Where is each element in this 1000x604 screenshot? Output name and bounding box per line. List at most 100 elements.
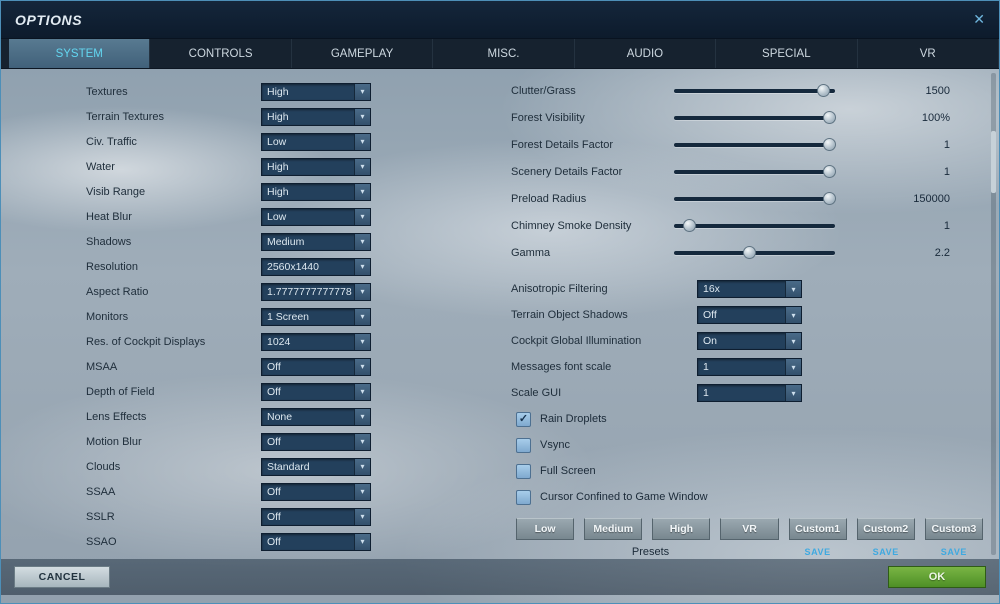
scrollbar-track[interactable] bbox=[991, 73, 996, 555]
slider-track[interactable] bbox=[674, 196, 835, 201]
checkbox[interactable] bbox=[516, 437, 531, 453]
cancel-button[interactable]: CANCEL bbox=[14, 566, 110, 588]
preset-button-custom2[interactable]: Custom2 bbox=[856, 518, 915, 540]
dropdown-cockpit-global-illumination[interactable]: On ▾ bbox=[697, 332, 802, 350]
chevron-down-icon[interactable]: ▾ bbox=[354, 283, 370, 300]
tab-misc[interactable]: MISC. bbox=[433, 39, 575, 68]
preset-button-low[interactable]: Low bbox=[516, 518, 575, 540]
slider-preload-radius[interactable] bbox=[674, 191, 837, 206]
dropdown-heat-blur[interactable]: Low ▾ bbox=[261, 207, 371, 226]
chevron-down-icon[interactable]: ▾ bbox=[354, 483, 370, 500]
chevron-down-icon[interactable]: ▾ bbox=[785, 307, 801, 323]
chevron-down-icon[interactable]: ▾ bbox=[354, 183, 370, 200]
slider-handle[interactable] bbox=[683, 218, 697, 232]
dropdown-monitors[interactable]: 1 Screen ▾ bbox=[261, 307, 371, 326]
chevron-down-icon[interactable]: ▾ bbox=[354, 508, 370, 525]
dropdown-messages-font-scale[interactable]: 1 ▾ bbox=[697, 358, 802, 376]
slider-handle[interactable] bbox=[823, 110, 837, 124]
chevron-down-icon[interactable]: ▾ bbox=[354, 233, 370, 250]
dropdown-anisotropic-filtering[interactable]: 16x ▾ bbox=[697, 280, 802, 298]
chevron-down-icon[interactable]: ▾ bbox=[354, 108, 370, 125]
dropdown-visib-range[interactable]: High ▾ bbox=[261, 182, 371, 201]
preset-button-high[interactable]: High bbox=[652, 518, 711, 540]
chevron-down-icon[interactable]: ▾ bbox=[354, 133, 370, 150]
checkbox[interactable]: ✓ bbox=[516, 411, 531, 427]
preset-save-link[interactable]: SAVE bbox=[789, 547, 847, 557]
ok-button[interactable]: OK bbox=[888, 566, 986, 588]
chevron-down-icon[interactable]: ▾ bbox=[785, 359, 801, 375]
chevron-down-icon[interactable]: ▾ bbox=[354, 308, 370, 325]
dropdown-resolution[interactable]: 2560x1440 ▾ bbox=[261, 257, 371, 276]
scrollbar-thumb[interactable] bbox=[991, 131, 996, 193]
chevron-down-icon[interactable]: ▾ bbox=[354, 158, 370, 175]
dropdown-depth-of-field[interactable]: Off ▾ bbox=[261, 382, 371, 401]
close-icon[interactable]: ✕ bbox=[973, 11, 985, 28]
dropdown-civ-traffic[interactable]: Low ▾ bbox=[261, 132, 371, 151]
chevron-down-icon[interactable]: ▾ bbox=[354, 433, 370, 450]
chevron-down-icon[interactable]: ▾ bbox=[354, 258, 370, 275]
dropdown-terrain-object-shadows[interactable]: Off ▾ bbox=[697, 306, 802, 324]
tab-controls[interactable]: CONTROLS bbox=[150, 39, 292, 68]
dropdown-shadows[interactable]: Medium ▾ bbox=[261, 232, 371, 251]
chevron-down-icon[interactable]: ▾ bbox=[354, 358, 370, 375]
slider-track[interactable] bbox=[674, 88, 835, 93]
slider-track[interactable] bbox=[674, 169, 835, 174]
preset-button-vr[interactable]: VR bbox=[720, 518, 779, 540]
slider-handle[interactable] bbox=[823, 137, 837, 151]
slider-handle[interactable] bbox=[816, 83, 830, 97]
slider-clutter-grass[interactable] bbox=[674, 83, 835, 98]
chevron-down-icon[interactable]: ▾ bbox=[354, 83, 370, 100]
slider-gamma[interactable] bbox=[674, 245, 835, 260]
slider-track[interactable] bbox=[674, 142, 835, 147]
checkbox-row-full-screen[interactable]: Full Screen bbox=[516, 458, 983, 484]
tab-audio[interactable]: AUDIO bbox=[575, 39, 717, 68]
chevron-down-icon[interactable]: ▾ bbox=[354, 458, 370, 475]
slider-track[interactable] bbox=[674, 115, 835, 120]
checkbox-row-cursor-confined-to-game-window[interactable]: Cursor Confined to Game Window bbox=[516, 484, 983, 510]
dropdown-terrain-textures[interactable]: High ▾ bbox=[261, 107, 371, 126]
dropdown-ssaa[interactable]: Off ▾ bbox=[261, 482, 371, 501]
dropdown-ssao[interactable]: Off ▾ bbox=[261, 532, 371, 551]
chevron-down-icon[interactable]: ▾ bbox=[354, 533, 370, 550]
preset-button-custom1[interactable]: Custom1 bbox=[788, 518, 847, 540]
slider-forest-details-factor[interactable] bbox=[674, 137, 837, 152]
checkbox[interactable] bbox=[516, 489, 531, 505]
dropdown-res-of-cockpit-displays[interactable]: 1024 ▾ bbox=[261, 332, 371, 351]
slider-scenery-details-factor[interactable] bbox=[674, 164, 837, 179]
chevron-down-icon[interactable]: ▾ bbox=[785, 333, 801, 349]
preset-button-custom3[interactable]: Custom3 bbox=[924, 518, 983, 540]
tab-special[interactable]: SPECIAL bbox=[716, 39, 858, 68]
tab-gameplay[interactable]: GAMEPLAY bbox=[292, 39, 434, 68]
setting-label: Lens Effects bbox=[86, 410, 147, 423]
slider-forest-visibility[interactable] bbox=[674, 110, 837, 125]
chevron-down-icon[interactable]: ▾ bbox=[785, 281, 801, 297]
slider-track[interactable] bbox=[674, 223, 835, 228]
checkbox-row-rain-droplets[interactable]: ✓ Rain Droplets bbox=[516, 406, 983, 432]
dropdown-motion-blur[interactable]: Off ▾ bbox=[261, 432, 371, 451]
preset-column: Custom2 SAVE bbox=[856, 518, 915, 557]
preset-save-link[interactable]: SAVE bbox=[857, 547, 915, 557]
dropdown-scale-gui[interactable]: 1 ▾ bbox=[697, 384, 802, 402]
tab-system[interactable]: SYSTEM bbox=[9, 39, 151, 68]
slider-chimney-smoke-density[interactable] bbox=[674, 218, 835, 233]
dropdown-msaa[interactable]: Off ▾ bbox=[261, 357, 371, 376]
dropdown-clouds[interactable]: Standard ▾ bbox=[261, 457, 371, 476]
chevron-down-icon[interactable]: ▾ bbox=[354, 383, 370, 400]
preset-save-link[interactable]: SAVE bbox=[925, 547, 983, 557]
chevron-down-icon[interactable]: ▾ bbox=[785, 385, 801, 401]
checkbox-row-vsync[interactable]: Vsync bbox=[516, 432, 983, 458]
dropdown-aspect-ratio[interactable]: 1.7777777777778 ▾ bbox=[261, 282, 371, 301]
preset-button-medium[interactable]: Medium bbox=[584, 518, 643, 540]
slider-handle[interactable] bbox=[823, 164, 837, 178]
dropdown-lens-effects[interactable]: None ▾ bbox=[261, 407, 371, 426]
dropdown-textures[interactable]: High ▾ bbox=[261, 82, 371, 101]
dropdown-water[interactable]: High ▾ bbox=[261, 157, 371, 176]
dropdown-sslr[interactable]: Off ▾ bbox=[261, 507, 371, 526]
chevron-down-icon[interactable]: ▾ bbox=[354, 408, 370, 425]
tab-vr[interactable]: VR bbox=[858, 39, 999, 68]
checkbox[interactable] bbox=[516, 463, 531, 479]
chevron-down-icon[interactable]: ▾ bbox=[354, 208, 370, 225]
slider-handle[interactable] bbox=[823, 191, 837, 205]
chevron-down-icon[interactable]: ▾ bbox=[354, 333, 370, 350]
slider-handle[interactable] bbox=[742, 245, 756, 259]
